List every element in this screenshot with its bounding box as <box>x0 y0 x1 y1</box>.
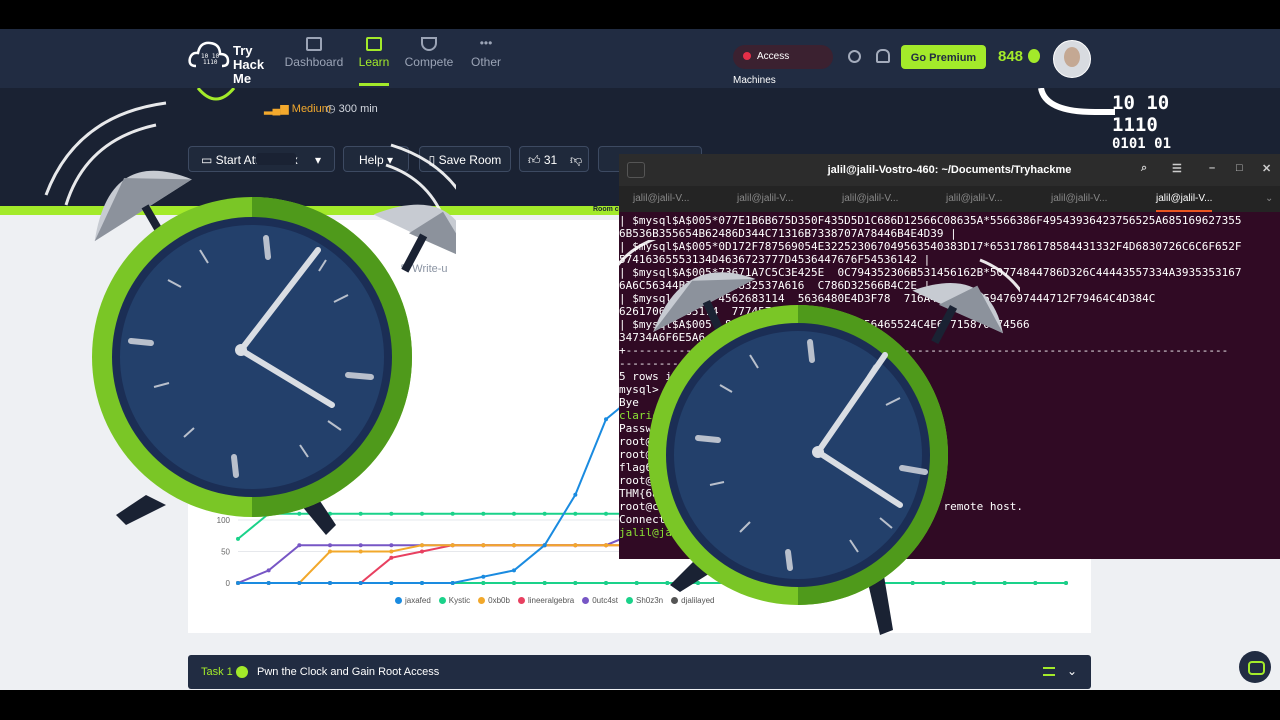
legend-swatch <box>438 597 446 604</box>
go-premium-button[interactable]: Go Premium <box>901 45 986 69</box>
data-point <box>573 581 578 585</box>
hero-binary-art: 10 10 1110 0101 01 <box>1112 92 1171 152</box>
tryhackme-logo[interactable]: 10 10 1110 Try Hack Me <box>188 34 268 86</box>
hero-bits-line: 0101 01 <box>1112 136 1172 152</box>
data-point <box>266 581 271 585</box>
maximize-icon[interactable]: □ <box>1236 162 1243 174</box>
data-point <box>512 581 516 585</box>
tabs-dropdown-icon[interactable]: ⌄ <box>1265 186 1273 212</box>
terminal-line: 6B536B355654B62486D344C71316B7338707A784… <box>619 227 957 240</box>
data-point <box>481 543 486 548</box>
legend-swatch <box>582 597 590 604</box>
legend-label: lineeralgebra <box>527 596 575 605</box>
nav-compete-label: Compete <box>404 55 454 69</box>
data-point <box>358 581 363 585</box>
data-point <box>1064 581 1068 585</box>
terminal-tab[interactable]: jalil@jalil-V... <box>633 186 689 212</box>
more-dots-icon: ••• <box>479 36 493 50</box>
search-icon[interactable] <box>848 50 861 63</box>
legend-item[interactable]: lineeralgebra <box>517 596 575 605</box>
data-point <box>481 574 486 579</box>
terminal-tab[interactable]: jalil@jalil-V... <box>946 186 1002 212</box>
data-point <box>420 581 424 585</box>
terminal-tab[interactable]: jalil@jalil-V... <box>737 186 793 212</box>
thumbs-up-icon: 👍︎ <box>528 153 544 167</box>
nav-dashboard-label: Dashboard <box>284 55 344 69</box>
legend-swatch <box>478 597 486 604</box>
logo-text: Try Hack Me <box>233 43 265 86</box>
terminal-tab[interactable]: jalil@jalil-V... <box>1051 186 1107 212</box>
trophy-icon <box>421 37 437 51</box>
y-tick-label: 0 <box>226 579 231 588</box>
book-icon <box>366 37 382 51</box>
data-point <box>236 581 240 585</box>
data-point <box>512 568 516 573</box>
data-point <box>512 543 516 548</box>
terminal-titlebar: jalil@jalil-Vostro-460: ~/Documents/Tryh… <box>619 154 1280 186</box>
terminal-line: | $mysql$A$005*077E1B6B675D350F435D5D1C6… <box>619 214 1242 227</box>
cloud-logo-icon: 10 10 1110 <box>188 41 230 68</box>
search-icon[interactable]: ⌕ <box>1141 162 1147 175</box>
task-1-header[interactable]: Task 1 Pwn the Clock and Gain Root Acces… <box>188 655 1091 689</box>
task-number: Task 1 <box>201 666 233 678</box>
data-point <box>481 511 486 516</box>
data-point <box>1033 581 1038 585</box>
task-title: Pwn the Clock and Gain Root Access <box>257 666 440 678</box>
nav-learn-label: Learn <box>358 55 390 69</box>
data-point <box>573 511 578 516</box>
svg-text:1110: 1110 <box>203 59 218 66</box>
terminal-tab[interactable]: jalil@jalil-V... <box>1156 186 1213 212</box>
alarm-clock-right <box>603 240 1020 635</box>
room-completed-label: Room c <box>593 206 619 213</box>
data-point <box>450 581 455 585</box>
legend-swatch <box>395 597 402 604</box>
like-button[interactable]: 👍︎ 31 👎︎ <box>519 146 589 172</box>
video-letterbox-top <box>0 0 1280 29</box>
chat-icon[interactable] <box>1239 651 1271 683</box>
nav-other[interactable]: ••• Other <box>451 37 521 69</box>
legend-label: 0xb0b <box>488 596 510 605</box>
video-letterbox-bottom <box>0 690 1280 720</box>
data-point <box>328 581 332 585</box>
legend-item[interactable]: 0xb0b <box>478 596 510 605</box>
legend-swatch <box>517 597 525 604</box>
status-dot-icon <box>743 52 751 60</box>
data-point <box>573 543 578 548</box>
chevron-down-icon[interactable]: ⌄ <box>1067 664 1077 678</box>
data-point <box>542 581 547 585</box>
hero-bits-line: 1110 <box>1112 114 1158 136</box>
hero-bits-line: 10 10 <box>1112 92 1170 114</box>
terminal-tab[interactable]: jalil@jalil-V... <box>842 186 898 212</box>
data-point <box>266 568 271 573</box>
data-point <box>542 511 547 516</box>
dashboard-icon <box>306 37 322 51</box>
check-circle-icon <box>236 666 248 678</box>
legend-item[interactable]: Kystic <box>438 596 471 605</box>
legend-label: Kystic <box>448 596 471 605</box>
streak-count: 848 <box>998 48 1024 65</box>
avatar[interactable] <box>1053 40 1091 78</box>
nav-other-label: Other <box>470 55 501 69</box>
like-count: 31 <box>543 153 558 167</box>
bell-icon[interactable] <box>876 49 890 63</box>
data-point <box>512 511 516 516</box>
list-icon[interactable] <box>1043 667 1055 676</box>
data-point <box>389 581 394 585</box>
legend-label: jaxafed <box>405 596 431 605</box>
thumbs-down-icon[interactable]: 👎︎ <box>570 147 582 173</box>
access-machines-button[interactable]: Access Machines <box>733 45 833 86</box>
minimize-icon[interactable]: – <box>1209 162 1215 174</box>
menu-icon[interactable]: ☰ <box>1172 162 1182 175</box>
data-point <box>481 581 486 585</box>
terminal-tabs: jalil@jalil-V... jalil@jalil-V... jalil@… <box>619 186 1280 212</box>
data-point <box>297 581 302 585</box>
flame-icon <box>1028 49 1040 63</box>
alarm-clock-left <box>44 101 456 535</box>
legend-item[interactable]: jaxafed <box>395 596 431 605</box>
data-point <box>542 543 547 548</box>
data-point <box>573 492 578 497</box>
close-icon[interactable]: ✕ <box>1262 162 1271 175</box>
avatar-face <box>1064 47 1080 67</box>
